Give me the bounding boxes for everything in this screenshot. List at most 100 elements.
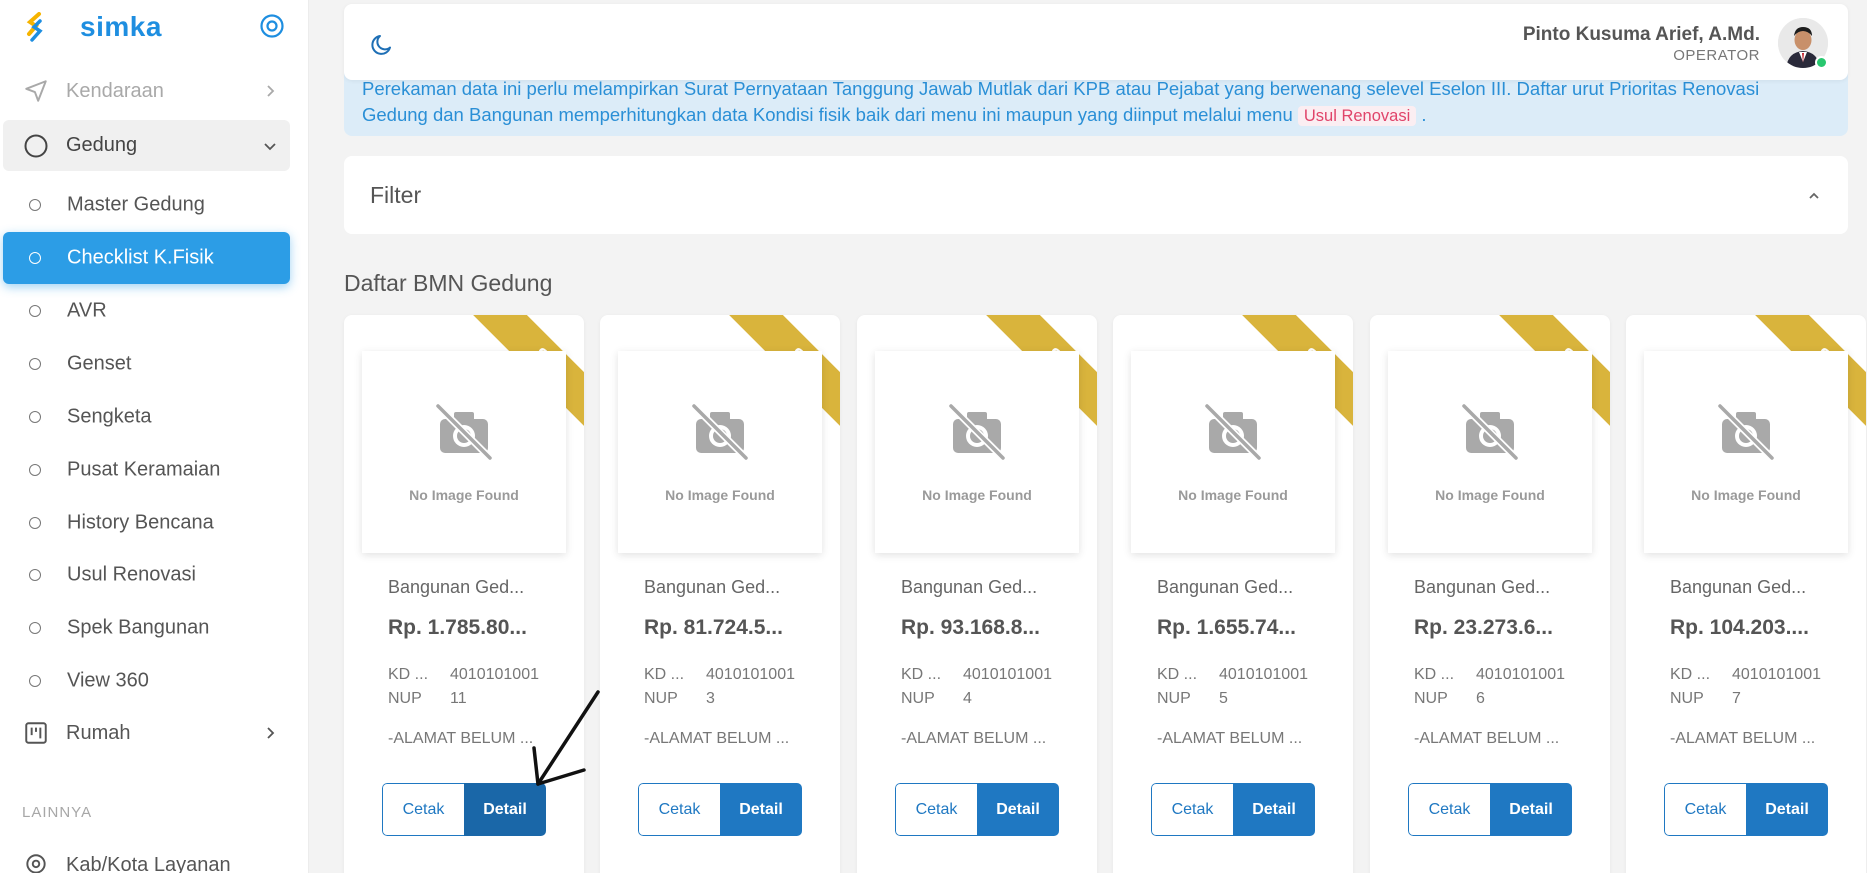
online-status-dot <box>1815 56 1828 69</box>
bmn-card: SNo Image FoundBangunan Ged...Rp. 81.724… <box>600 315 840 873</box>
camera-off-icon <box>1461 403 1519 461</box>
sidebar-item-pusat-keramaian[interactable]: Pusat Keramaian <box>3 444 290 496</box>
chevron-up-icon[interactable] <box>1806 188 1822 204</box>
card-price: Rp. 93.168.8... <box>901 616 1040 639</box>
detail-button[interactable]: Detail <box>720 783 802 836</box>
sidebar-item-sengketa[interactable]: Sengketa <box>3 391 290 443</box>
card-image: No Image Found <box>1131 351 1335 553</box>
layout-icon <box>25 722 47 744</box>
sidebar-item-genset[interactable]: Genset <box>3 338 290 390</box>
moon-icon[interactable] <box>370 31 396 57</box>
nav-gedung-label: Gedung <box>66 134 138 156</box>
chevron-right-icon <box>267 727 275 739</box>
target-circle-icon[interactable] <box>258 12 286 40</box>
usul-renovasi-tag: Usul Renovasi <box>1297 106 1417 126</box>
nav-kendaraan-label: Kendaraan <box>66 79 164 102</box>
sidebar-item-view-360[interactable]: View 360 <box>3 655 290 707</box>
cetak-button[interactable]: Cetak <box>1664 783 1746 836</box>
kd-label: KD ... <box>1414 666 1455 683</box>
cetak-button[interactable]: Cetak <box>1151 783 1233 836</box>
sidebar-item-label: Spek Bangunan <box>67 616 210 639</box>
kd-value: 4010101001 <box>706 666 795 683</box>
sidebar-item-label: AVR <box>67 299 107 322</box>
camera-off-icon <box>1204 403 1262 461</box>
kd-label: KD ... <box>1157 666 1198 683</box>
card-actions: Cetak Detail <box>1408 783 1572 836</box>
nup-label: NUP <box>388 690 422 707</box>
card-price: Rp. 1.655.74... <box>1157 616 1296 639</box>
send-icon <box>25 80 47 102</box>
card-title: Bangunan Ged... <box>901 577 1038 597</box>
circle-bullet-icon <box>29 199 41 211</box>
sidebar-item-master-gedung[interactable]: Master Gedung <box>3 179 290 231</box>
user-name: Pinto Kusuma Arief, A.Md. <box>1522 24 1760 45</box>
sidebar-item-checklist-kfisik[interactable]: Checklist K.Fisik <box>3 232 290 284</box>
circle-bullet-icon <box>29 464 41 476</box>
card-actions: Cetak Detail <box>1664 783 1828 836</box>
nav-gedung[interactable]: Gedung <box>3 120 290 171</box>
sidebar-item-label: History Bencana <box>67 511 214 534</box>
detail-button[interactable]: Detail <box>1746 783 1828 836</box>
bmn-card: SNo Image FoundBangunan Ged...Rp. 93.168… <box>857 315 1097 873</box>
nup-label: NUP <box>901 690 935 707</box>
kd-value: 4010101001 <box>1732 666 1821 683</box>
sidebar-item-history-bencana[interactable]: History Bencana <box>3 497 290 549</box>
no-image-text: No Image Found <box>409 487 519 503</box>
nup-value: 7 <box>1732 690 1741 707</box>
camera-off-icon <box>948 403 1006 461</box>
nup-label: NUP <box>1414 690 1448 707</box>
nup-label: NUP <box>1670 690 1704 707</box>
card-price: Rp. 81.724.5... <box>644 616 783 639</box>
nav-kabkota-layanan[interactable]: Kab/Kota Layanan <box>3 840 290 873</box>
card-actions: Cetak Detail <box>638 783 802 836</box>
cetak-button[interactable]: Cetak <box>1408 783 1490 836</box>
cetak-button[interactable]: Cetak <box>638 783 720 836</box>
nav-kendaraan[interactable]: Kendaraan <box>3 66 290 116</box>
nav-rumah[interactable]: Rumah <box>3 708 290 758</box>
card-image: No Image Found <box>1388 351 1592 553</box>
card-address: -ALAMAT BELUM ... <box>1414 730 1560 747</box>
sidebar-item-label: Master Gedung <box>67 193 205 216</box>
detail-button[interactable]: Detail <box>977 783 1059 836</box>
filter-panel[interactable]: Filter <box>344 156 1848 234</box>
kd-label: KD ... <box>644 666 685 683</box>
card-address: -ALAMAT BELUM ... <box>901 730 1047 747</box>
circle-bullet-icon <box>29 622 41 634</box>
card-price: Rp. 23.273.6... <box>1414 616 1553 639</box>
no-image-text: No Image Found <box>1691 487 1801 503</box>
circle-bullet-icon <box>29 411 41 423</box>
cetak-button[interactable]: Cetak <box>895 783 977 836</box>
kd-label: KD ... <box>388 666 429 683</box>
no-image-text: No Image Found <box>665 487 775 503</box>
kd-value: 4010101001 <box>963 666 1052 683</box>
card-image: No Image Found <box>875 351 1079 553</box>
sidebar-item-label: Genset <box>67 352 132 375</box>
detail-button[interactable]: Detail <box>1490 783 1572 836</box>
sidebar-item-label: Pusat Keramaian <box>67 458 221 481</box>
brand[interactable]: simka <box>26 10 162 44</box>
nup-label: NUP <box>1157 690 1191 707</box>
camera-off-icon <box>435 403 493 461</box>
card-actions: Cetak Detail <box>1151 783 1315 836</box>
sidebar-item-avr[interactable]: AVR <box>3 285 290 337</box>
nup-value: 3 <box>706 690 715 707</box>
card-actions: Cetak Detail <box>895 783 1059 836</box>
card-price: Rp. 1.785.80... <box>388 616 527 639</box>
kd-label: KD ... <box>901 666 942 683</box>
detail-button[interactable]: Detail <box>1233 783 1315 836</box>
card-title: Bangunan Ged... <box>388 577 525 597</box>
brand-logo-icon <box>26 12 43 42</box>
camera-off-icon <box>1717 403 1775 461</box>
kd-value: 4010101001 <box>1476 666 1565 683</box>
kd-value: 4010101001 <box>450 666 539 683</box>
sidebar-item-label: View 360 <box>67 669 149 692</box>
cetak-button[interactable]: Cetak <box>382 783 464 836</box>
detail-button[interactable]: Detail <box>464 783 546 836</box>
card-price: Rp. 104.203.... <box>1670 616 1809 639</box>
no-image-text: No Image Found <box>922 487 1032 503</box>
circle-bullet-icon <box>29 517 41 529</box>
filter-title: Filter <box>370 182 422 208</box>
sidebar-item-spek-bangunan[interactable]: Spek Bangunan <box>3 602 290 654</box>
sidebar-item-usul-renovasi[interactable]: Usul Renovasi <box>3 549 290 601</box>
chevron-right-icon <box>267 85 275 97</box>
